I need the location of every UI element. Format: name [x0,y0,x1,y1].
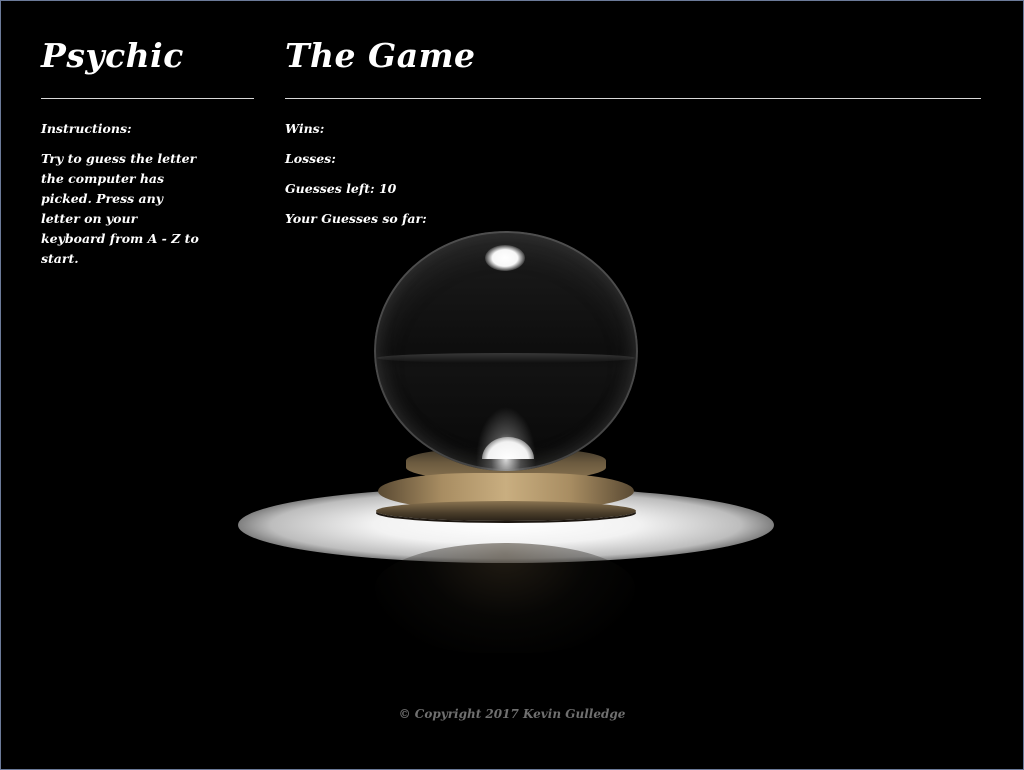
wins-label: Wins: [285,121,325,136]
ball-reflection [375,543,635,653]
copyright-footer: © Copyright 2017 Kevin Gulledge [398,707,626,721]
stand-ring [376,501,636,521]
instructions-label: Instructions: [41,121,132,136]
crystal-ball-image [230,225,790,655]
sphere-highlight-top [485,245,525,271]
psychic-title: Psychic [41,36,184,75]
right-column: The Game Wins: Losses: Guesses left: 10 … [285,36,981,229]
left-divider [41,98,254,99]
left-column: Psychic Instructions: Try to guess the l… [41,36,254,269]
right-divider [285,98,981,99]
game-title: The Game [285,36,476,75]
losses-label: Losses: [285,151,336,166]
instructions-text: Try to guess the letter the computer has… [41,151,199,266]
sphere-horizon [377,353,635,363]
guesses-left-label: Guesses left: 10 [285,181,397,196]
